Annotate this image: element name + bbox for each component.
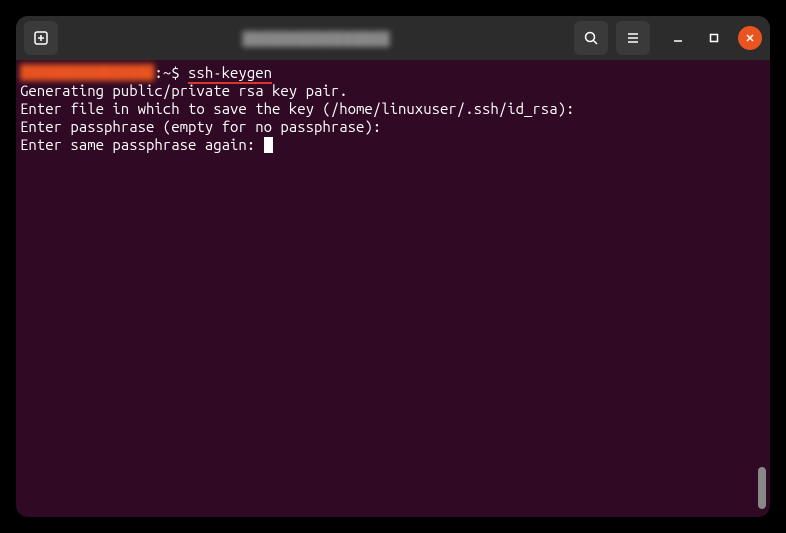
- window-title: ████████████████: [242, 31, 389, 46]
- window-title-area: ████████████████: [66, 31, 566, 46]
- window-controls: [666, 26, 762, 50]
- prompt-path: ~: [163, 64, 171, 81]
- prompt-user: ████████████████: [20, 64, 154, 81]
- output-line-2: Enter file in which to save the key (/ho…: [20, 100, 766, 118]
- hamburger-icon: [625, 30, 641, 46]
- scrollbar[interactable]: [758, 467, 766, 509]
- new-tab-icon: [33, 30, 49, 46]
- prompt-line: ████████████████:~$ ssh-keygen: [20, 64, 766, 82]
- search-icon: [583, 30, 599, 46]
- new-tab-button[interactable]: [24, 21, 58, 55]
- menu-button[interactable]: [616, 21, 650, 55]
- close-icon: [745, 33, 755, 43]
- close-button[interactable]: [738, 26, 762, 50]
- minimize-icon: [673, 33, 683, 43]
- output-line-3: Enter passphrase (empty for no passphras…: [20, 118, 766, 136]
- terminal-window: ████████████████: [16, 16, 770, 517]
- prompt-dollar: $: [171, 64, 188, 81]
- command-text: ssh-keygen: [188, 64, 272, 84]
- titlebar: ████████████████: [16, 16, 770, 60]
- prompt-separator: :: [154, 64, 162, 81]
- output-line-1: Generating public/private rsa key pair.: [20, 82, 766, 100]
- search-button[interactable]: [574, 21, 608, 55]
- minimize-button[interactable]: [666, 26, 690, 50]
- maximize-button[interactable]: [702, 26, 726, 50]
- terminal-body[interactable]: ████████████████:~$ ssh-keygen Generatin…: [16, 60, 770, 517]
- cursor: [264, 137, 273, 153]
- output-line-4: Enter same passphrase again:: [20, 136, 766, 154]
- output-line-4-text: Enter same passphrase again:: [20, 136, 264, 153]
- maximize-icon: [709, 33, 719, 43]
